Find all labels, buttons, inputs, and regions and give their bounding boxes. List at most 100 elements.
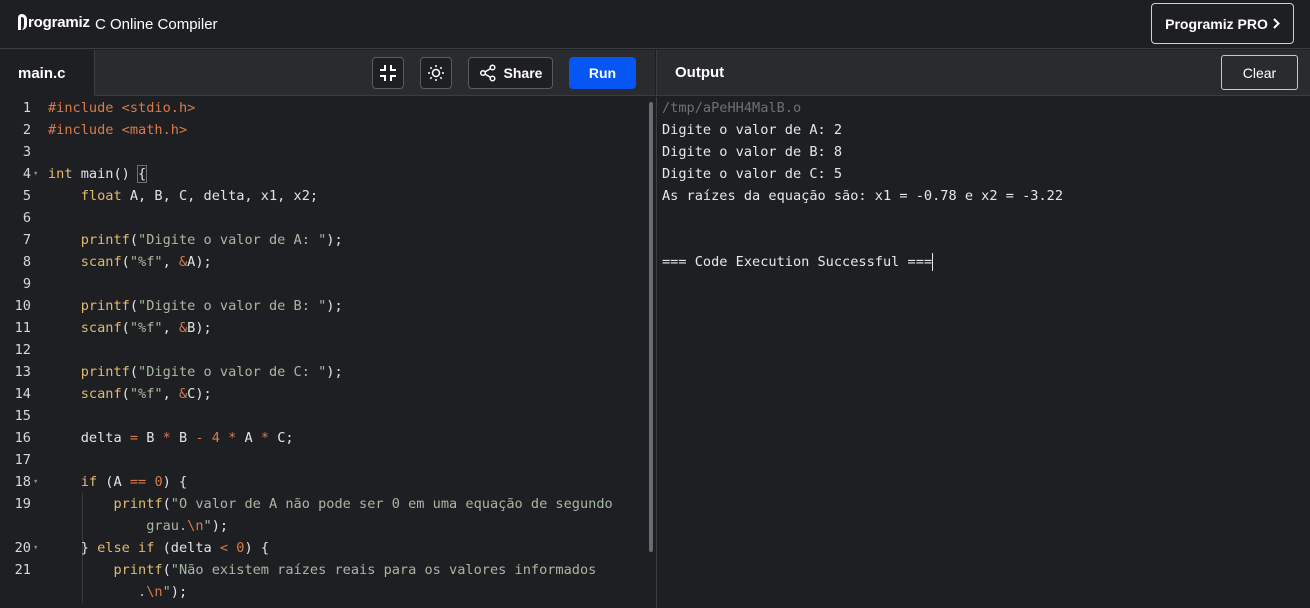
code-line[interactable]: 14 scanf("%f", &C);	[0, 383, 648, 405]
sun-icon	[428, 65, 444, 81]
code-text: printf("Digite o valor de B: ");	[48, 295, 343, 317]
output-path: /tmp/aPeHH4MalB.o	[662, 100, 802, 116]
line-number: 7	[22, 232, 31, 248]
tab-main-c[interactable]: main.c	[0, 50, 95, 96]
code-line[interactable]: .\n");	[0, 581, 648, 603]
code-line[interactable]: 12	[0, 339, 648, 361]
fold-arrow-icon[interactable]: ▾	[33, 471, 38, 493]
output-line: Digite o valor de A: 2	[662, 122, 843, 138]
code-line[interactable]: 5 float A, B, C, delta, x1, x2;	[0, 185, 648, 207]
output-console[interactable]: /tmp/aPeHH4MalB.o Digite o valor de A: 2…	[656, 97, 1310, 608]
code-text: if (A == 0) {	[48, 471, 187, 493]
code-token: (	[162, 562, 171, 578]
code-text: #include <math.h>	[48, 119, 187, 141]
code-line[interactable]: 4 ▾ int main() {	[0, 163, 648, 185]
code-token: else if	[97, 540, 155, 556]
line-number: 19	[14, 496, 31, 512]
code-text: grau.\n");	[48, 515, 228, 537]
share-icon	[479, 64, 496, 82]
code-token: ==	[129, 474, 147, 490]
code-line[interactable]: 21 printf("Não existem raízes reais para…	[0, 559, 648, 581]
code-line[interactable]: 6	[0, 207, 648, 229]
code-line[interactable]: 2 #include <math.h>	[0, 119, 648, 141]
code-token: scanf	[80, 386, 122, 402]
code-token: (	[121, 386, 130, 402]
clear-button[interactable]: Clear	[1221, 55, 1298, 90]
code-line[interactable]: 8 scanf("%f", &A);	[0, 251, 648, 273]
line-number: 2	[22, 122, 31, 138]
code-token: &	[178, 386, 188, 402]
code-text: scanf("%f", &B);	[48, 317, 212, 339]
code-token: printf	[80, 364, 130, 380]
code-line[interactable]: 11 scanf("%f", &B);	[0, 317, 648, 339]
code-text: scanf("%f", &A);	[48, 251, 212, 273]
code-token: &	[178, 320, 188, 336]
fold-arrow-icon[interactable]: ▾	[33, 537, 38, 559]
code-token: );	[326, 364, 343, 380]
code-line[interactable]: 3	[0, 141, 648, 163]
code-line[interactable]: 13 printf("Digite o valor de C: ");	[0, 361, 648, 383]
editor-header: main.c Share Run	[0, 50, 655, 96]
code-line[interactable]: grau.\n");	[0, 515, 648, 537]
programiz-logo[interactable]: rogramiz	[18, 13, 90, 31]
code-line[interactable]: 19 printf("O valor de A não pode ser 0 e…	[0, 493, 648, 515]
code-text: printf("O valor de A não pode ser 0 em u…	[48, 493, 612, 515]
code-token: );	[326, 298, 343, 314]
share-button[interactable]: Share	[468, 57, 553, 89]
code-token: printf	[80, 298, 130, 314]
code-token: scanf	[80, 254, 122, 270]
code-line[interactable]: 18 ▾ if (A == 0) {	[0, 471, 648, 493]
logo-text: rogramiz	[28, 14, 90, 31]
code-line[interactable]: 1 #include <stdio.h>	[0, 97, 648, 119]
code-token: (	[121, 320, 130, 336]
code-token: "Digite o valor de C: "	[138, 364, 327, 380]
run-button[interactable]: Run	[569, 57, 636, 89]
line-number: 18	[14, 474, 31, 490]
code-token: "Digite o valor de B: "	[138, 298, 327, 314]
line-number: 14	[14, 386, 31, 402]
line-number: 17	[14, 452, 31, 468]
code-text: printf("Digite o valor de C: ");	[48, 361, 343, 383]
code-line[interactable]: 9	[0, 273, 648, 295]
code-token: C;	[269, 430, 294, 446]
code-token: A, B, C, delta, x1, x2;	[121, 188, 319, 204]
exit-fullscreen-button[interactable]	[372, 57, 404, 89]
code-token: #include	[48, 122, 122, 138]
code-token: "Não existem raízes reais para os valore…	[170, 562, 597, 578]
code-text: #include <stdio.h>	[48, 97, 195, 119]
line-number: 4	[22, 166, 31, 182]
code-token: printf	[113, 496, 163, 512]
code-token: float	[80, 188, 122, 204]
top-bar: rogramiz C Online Compiler Programiz PRO	[0, 0, 1310, 49]
line-number: 9	[22, 276, 31, 292]
code-token: -	[195, 430, 204, 446]
code-text: } else if (delta < 0) {	[48, 537, 269, 559]
code-line[interactable]: 20 ▾ } else if (delta < 0) {	[0, 537, 648, 559]
code-token: "%f"	[129, 254, 163, 270]
programiz-pro-button[interactable]: Programiz PRO	[1151, 3, 1294, 44]
exit-fullscreen-icon	[380, 65, 396, 81]
code-token: (	[129, 298, 139, 314]
output-title: Output	[675, 64, 725, 81]
editor-scrollbar[interactable]	[649, 102, 653, 552]
code-line[interactable]: 17	[0, 449, 648, 471]
code-token: "	[203, 518, 212, 534]
code-editor[interactable]: 1 #include <stdio.h> 2 #include <math.h> 3 4 ▾…	[0, 97, 655, 608]
code-token: (A	[97, 474, 130, 490]
code-line[interactable]: 7 printf("Digite o valor de A: ");	[0, 229, 648, 251]
theme-toggle-button[interactable]	[420, 57, 452, 89]
code-token: (	[129, 364, 139, 380]
programiz-logo-icon	[18, 13, 27, 30]
code-token: B	[138, 430, 163, 446]
code-token: .	[138, 584, 147, 600]
code-line[interactable]: 15	[0, 405, 648, 427]
code-token: C);	[187, 386, 212, 402]
fold-arrow-icon[interactable]: ▾	[33, 163, 38, 185]
code-line[interactable]: 16 delta = B * B - 4 * A * C;	[0, 427, 648, 449]
code-line[interactable]: 10 printf("Digite o valor de B: ");	[0, 295, 648, 317]
code-token: grau.	[146, 518, 188, 534]
app-title: C Online Compiler	[95, 16, 218, 33]
